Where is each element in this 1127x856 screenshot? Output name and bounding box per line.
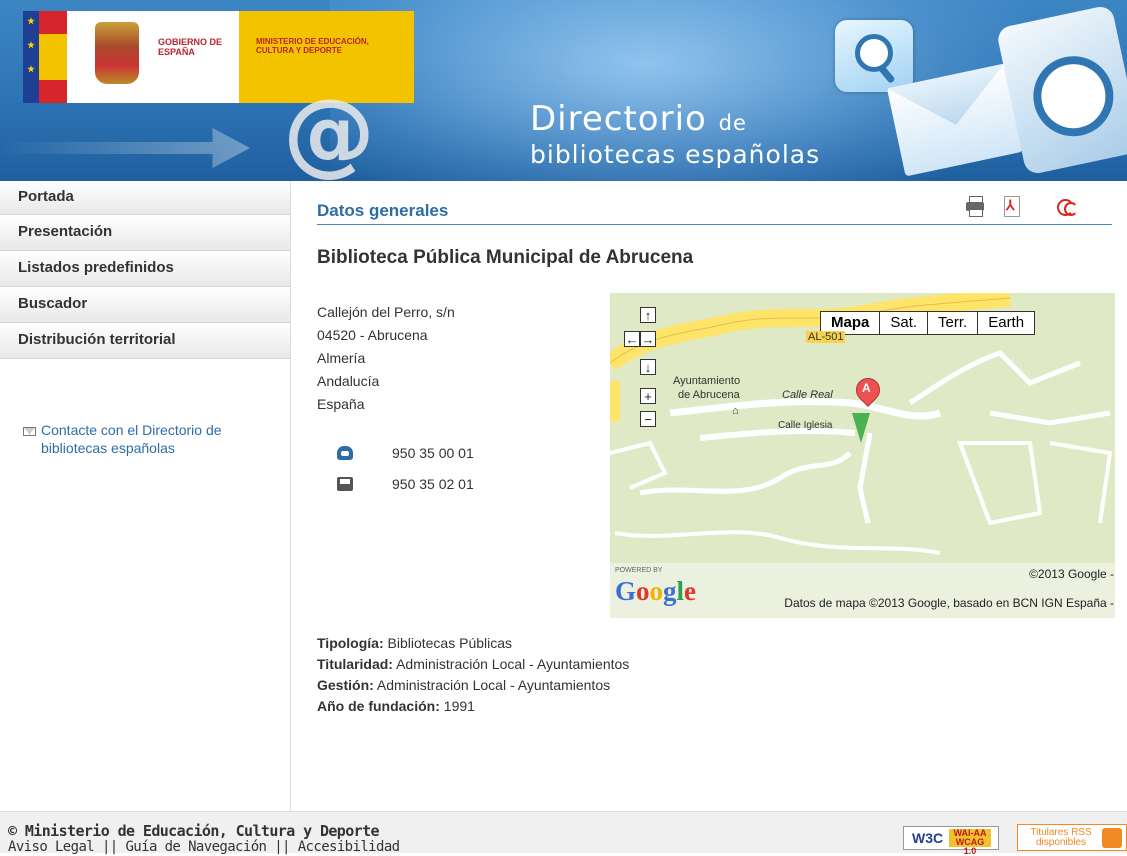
map-zoom-in-button[interactable]: + — [640, 388, 656, 404]
sidebar: Portada Presentación Listados predefinid… — [0, 181, 291, 811]
footer-link-aviso-legal[interactable]: Aviso Legal — [8, 839, 95, 855]
map-label-calle-real: Calle Real — [782, 389, 833, 401]
map-type-earth[interactable]: Earth — [977, 311, 1036, 335]
rss-label: Titulares RSS disponibles — [1030, 827, 1092, 848]
w3c-wai-badge[interactable]: W3C WAI-AA WCAG 1.0 — [903, 826, 999, 856]
gobierno-label: GOBIERNO DE ESPAÑA — [158, 37, 223, 57]
rss-icon — [1102, 828, 1122, 848]
fax-icon — [337, 477, 353, 491]
map-copyright: ©2013 Google - — [1029, 567, 1114, 581]
map-townhall-icon: ⌂ — [732, 405, 739, 417]
map-zoom-out-button[interactable]: − — [640, 411, 656, 427]
fundacion-label: Año de fundación: — [317, 698, 440, 714]
library-metadata: Tipología: Bibliotecas Públicas Titulari… — [317, 633, 629, 717]
main-content: Datos generales ⅄ Biblioteca Pública Mun… — [317, 181, 1127, 811]
sidebar-item-buscador[interactable]: Buscador — [0, 287, 290, 323]
titularidad-label: Titularidad: — [317, 656, 393, 672]
map-label-de-abrucena: de Abrucena — [678, 389, 740, 401]
site-header: GOBIERNO DE ESPAÑA MINISTERIO DE EDUCACI… — [0, 0, 1127, 181]
site-subtitle: bibliotecas españolas — [530, 140, 821, 169]
footer-copyright: © Ministerio de Educación, Cultura y Dep… — [8, 822, 380, 840]
section-divider — [317, 224, 1112, 225]
address-postal-city: 04520 - Abrucena — [317, 327, 428, 343]
map-pan-right-button[interactable]: → — [640, 331, 656, 347]
phone-number: 950 35 00 01 — [392, 445, 474, 461]
map-road-badge: AL-501 — [806, 331, 846, 343]
map-marker-label: A — [862, 381, 871, 395]
map-pin-icon — [852, 413, 870, 443]
map-type-switcher: Mapa Sat. Terr. Earth — [820, 311, 1036, 335]
wai-label: WAI-AA WCAG 1.0 — [949, 829, 991, 856]
address-province: Almería — [317, 350, 366, 366]
location-map[interactable]: ↑ ← → ↓ + − Mapa Sat. Terr. Earth AL-501… — [610, 293, 1115, 618]
map-pan-up-button[interactable]: ↑ — [640, 307, 656, 323]
creative-commons-icon[interactable] — [1055, 195, 1078, 217]
fundacion-value: 1991 — [443, 698, 475, 714]
sidebar-item-presentacion[interactable]: Presentación — [0, 215, 290, 251]
powered-by-label: POWERED BY — [615, 567, 663, 574]
mail-icon — [23, 427, 36, 436]
w3c-label: W3C — [912, 830, 944, 846]
address-region: Andalucía — [317, 373, 380, 389]
titularidad-value: Administración Local - Ayuntamientos — [396, 656, 630, 672]
map-data-copyright: Datos de mapa ©2013 Google, basado en BC… — [784, 596, 1114, 610]
footer-link-accesibilidad[interactable]: Accesibilidad — [298, 839, 400, 855]
sidebar-item-distribucion[interactable]: Distribución territorial — [0, 323, 290, 359]
coat-of-arms-icon — [95, 22, 139, 84]
footer-links: Aviso Legal || Guía de Navegación || Acc… — [8, 839, 400, 855]
ministry-label: MINISTERIO DE EDUCACIÓN, CULTURA Y DEPOR… — [256, 37, 369, 55]
tipologia-row: Tipología: Bibliotecas Públicas — [317, 633, 629, 654]
rss-badge[interactable]: Titulares RSS disponibles — [1017, 824, 1127, 851]
contact-link-label[interactable]: Contacte con el Directorio de biblioteca… — [23, 421, 278, 457]
section-title: Datos generales — [317, 201, 449, 220]
pdf-icon[interactable]: ⅄ — [1000, 195, 1022, 217]
magnifier-icon — [835, 20, 913, 92]
address-country: España — [317, 396, 365, 412]
contact-link[interactable]: Contacte con el Directorio de biblioteca… — [23, 421, 278, 457]
library-name: Biblioteca Pública Municipal de Abrucena — [317, 247, 694, 268]
map-type-terr[interactable]: Terr. — [927, 311, 979, 335]
fax-number: 950 35 02 01 — [392, 476, 474, 492]
sidebar-item-portada[interactable]: Portada — [0, 181, 290, 215]
gestion-value: Administración Local - Ayuntamientos — [376, 677, 611, 693]
map-pan-left-button[interactable]: ← — [624, 331, 640, 347]
gestion-label: Gestión: — [317, 677, 374, 693]
arrow-decoration — [0, 128, 250, 168]
print-icon[interactable] — [964, 195, 986, 217]
tipologia-label: Tipología: — [317, 635, 384, 651]
footer-link-guia[interactable]: Guía de Navegación — [125, 839, 267, 855]
site-footer: © Ministerio de Educación, Cultura y Dep… — [0, 811, 1127, 856]
site-title: Directorio de — [530, 99, 747, 139]
gestion-row: Gestión: Administración Local - Ayuntami… — [317, 675, 629, 696]
sidebar-item-listados[interactable]: Listados predefinidos — [0, 251, 290, 287]
tipologia-value: Bibliotecas Públicas — [387, 635, 513, 651]
spain-eu-flag — [23, 11, 67, 103]
google-logo[interactable]: Google — [615, 576, 696, 607]
titularidad-row: Titularidad: Administración Local - Ayun… — [317, 654, 629, 675]
map-pan-down-button[interactable]: ↓ — [640, 359, 656, 375]
at-sign-icon: @ — [283, 79, 375, 181]
telephone-icon — [337, 446, 353, 460]
address-street: Callejón del Perro, s/n — [317, 304, 455, 320]
address-block: Callejón del Perro, s/n 04520 - Abrucena… — [317, 301, 455, 416]
fundacion-row: Año de fundación: 1991 — [317, 696, 629, 717]
map-label-ayuntamiento: Ayuntamiento — [673, 375, 741, 387]
map-label-calle-iglesia: Calle Iglesia — [778, 420, 833, 431]
map-type-sat[interactable]: Sat. — [879, 311, 929, 335]
